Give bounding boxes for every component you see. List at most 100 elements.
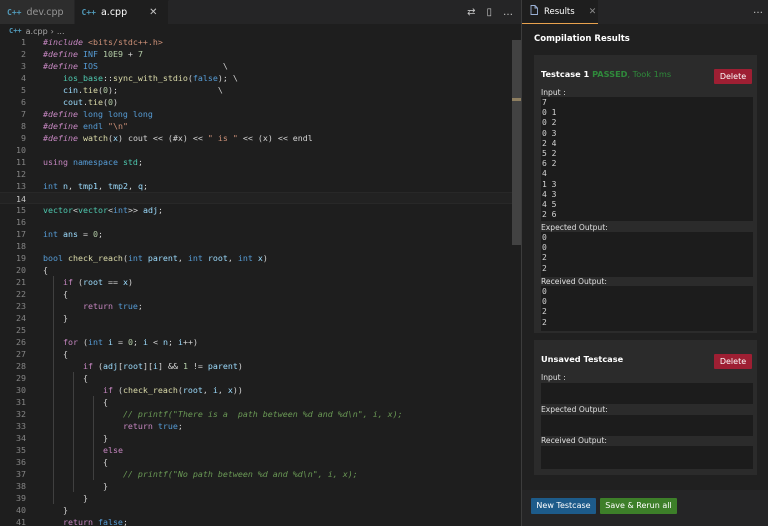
code-line[interactable]: 8 #define endl "\n": [0, 120, 512, 132]
code-line[interactable]: 11 using namespace std;: [0, 156, 512, 168]
line-number: 16: [16, 217, 26, 227]
code-line[interactable]: 9 #define watch(x) cout << (#x) << " is "…: [0, 132, 512, 144]
code-line[interactable]: 12: [0, 168, 512, 180]
tab-results[interactable]: Results ✕: [522, 0, 598, 24]
code-line[interactable]: 6 cout.tie(0): [0, 96, 512, 108]
code-line[interactable]: 14: [0, 192, 512, 204]
line-source: #define long long long: [43, 109, 153, 119]
line-source: cout.tie(0): [62, 97, 118, 107]
code-line[interactable]: 28 if (adj[root][i] && 1 != parent): [0, 360, 512, 372]
code-line[interactable]: 20 {: [0, 264, 512, 276]
code-editor[interactable]: 1 #include <bits/stdc++.h> 2 #define INF 10…: [0, 36, 512, 526]
received-output-field: 0 0 2 2: [541, 286, 753, 331]
expected-output-field[interactable]: 0 0 2 2: [541, 232, 753, 277]
save-rerun-button[interactable]: Save & Rerun all: [600, 498, 677, 514]
line-number: 13: [16, 181, 26, 191]
code-line[interactable]: 26 for (int i = 0; i < n; i++): [0, 336, 512, 348]
editor-scrollbar[interactable]: [512, 36, 521, 526]
action-bar: New Testcase Save & Rerun all: [522, 490, 768, 526]
tab-dev-cpp[interactable]: C++ dev.cpp: [0, 0, 75, 24]
line-source: vector<vector<int>> adj;: [43, 205, 163, 215]
line-source: if (adj[root][i] && 1 != parent): [82, 361, 243, 371]
expected-output-field[interactable]: [541, 415, 753, 436]
line-source: int n, tmp1, tmp2, q;: [43, 181, 148, 191]
code-line[interactable]: 33 return true;: [0, 420, 512, 432]
code-line[interactable]: 24 }: [0, 312, 512, 324]
code-line[interactable]: 37 // printf("No path between %d and %d\…: [0, 468, 512, 480]
line-source: #define endl "\n": [43, 121, 128, 131]
code-line[interactable]: 18: [0, 240, 512, 252]
code-line[interactable]: 13 int n, tmp1, tmp2, q;: [0, 180, 512, 192]
close-icon[interactable]: ✕: [149, 7, 157, 18]
input-field[interactable]: [541, 383, 753, 404]
code-line[interactable]: 34 }: [0, 432, 512, 444]
code-line[interactable]: 32 // printf("There is a path between %d…: [0, 408, 512, 420]
code-line[interactable]: 36 {: [0, 456, 512, 468]
split-editor-icon[interactable]: ▯: [486, 7, 492, 18]
breadcrumb-more[interactable]: ...: [57, 27, 65, 36]
delete-button[interactable]: Delete: [714, 354, 752, 369]
line-number: 27: [16, 349, 26, 359]
tab-a-cpp[interactable]: C++ a.cpp ✕: [74, 0, 169, 24]
line-number: 40: [16, 505, 26, 515]
code-line[interactable]: 16: [0, 216, 512, 228]
line-number: 38: [16, 481, 26, 491]
code-line[interactable]: 41 return false;: [0, 516, 512, 526]
code-line[interactable]: 30 if (check_reach(root, i, x)): [0, 384, 512, 396]
line-number: 19: [16, 253, 26, 263]
code-line[interactable]: 21 if (root == x): [0, 276, 512, 288]
code-line[interactable]: 17 int ans = 0;: [0, 228, 512, 240]
line-source: {: [43, 373, 88, 383]
more-actions-icon[interactable]: …: [753, 5, 763, 16]
close-icon[interactable]: ✕: [589, 7, 597, 17]
line-number: 22: [16, 289, 26, 299]
code-line[interactable]: 40 }: [0, 504, 512, 516]
line-number: 39: [16, 493, 26, 503]
input-field[interactable]: 7 0 1 0 2 0 3 2 4 5 2 6 2 4 1 3 4 3 4 5 …: [541, 97, 753, 221]
code-line[interactable]: 23 return true;: [0, 300, 512, 312]
code-line[interactable]: 7 #define long long long: [0, 108, 512, 120]
line-source: return true;: [82, 301, 143, 311]
line-source: for (int i = 0; i < n; i++): [62, 337, 198, 347]
code-line[interactable]: 29 {: [0, 372, 512, 384]
code-line[interactable]: 1 #include <bits/stdc++.h>: [0, 36, 512, 48]
code-line[interactable]: 10: [0, 144, 512, 156]
line-number: 31: [16, 397, 26, 407]
more-actions-icon[interactable]: …: [503, 7, 513, 18]
testcase-card: Testcase 1 PASSED, Took 1ms Delete Input…: [534, 55, 757, 333]
code-line[interactable]: 31 {: [0, 396, 512, 408]
code-line[interactable]: 38 }: [0, 480, 512, 492]
code-line[interactable]: 2 #define INF 10E9 + 7: [0, 48, 512, 60]
code-line[interactable]: 15 vector<vector<int>> adj;: [0, 204, 512, 216]
results-title: Compilation Results: [534, 34, 630, 44]
line-number: 36: [16, 457, 26, 467]
line-source: {: [43, 265, 48, 275]
code-line[interactable]: 22 {: [0, 288, 512, 300]
received-output-field: [541, 446, 753, 469]
scrollbar-marker: [512, 98, 521, 101]
new-testcase-button[interactable]: New Testcase: [531, 498, 596, 514]
code-line[interactable]: 25: [0, 324, 512, 336]
code-line[interactable]: 4 ios_base::sync_with_stdio(false); \: [0, 72, 512, 84]
scrollbar-thumb[interactable]: [512, 40, 521, 245]
compare-changes-icon[interactable]: ⇄: [467, 7, 475, 18]
code-line[interactable]: 3 #define IOS \: [0, 60, 512, 72]
editor-area: C++ dev.cpp C++ a.cpp ✕ ⇄ ▯ … C++ a.cpp …: [0, 0, 521, 526]
breadcrumb-file[interactable]: a.cpp: [26, 27, 48, 36]
code-line[interactable]: 5 cin.tie(0); \: [0, 84, 512, 96]
code-line[interactable]: 19 bool check_reach(int parent, int root,…: [0, 252, 512, 264]
line-number: 29: [16, 373, 26, 383]
delete-button[interactable]: Delete: [714, 69, 752, 84]
code-line[interactable]: 27 {: [0, 348, 512, 360]
line-number: 17: [16, 229, 26, 239]
line-source: #define watch(x) cout << (#x) << " is " …: [43, 133, 313, 143]
status-badge: PASSED: [592, 69, 628, 79]
line-source: return false;: [62, 517, 128, 526]
line-number: 25: [16, 325, 26, 335]
code-line[interactable]: 35 else: [0, 444, 512, 456]
line-source: }: [43, 493, 88, 503]
line-source: return true;: [122, 421, 183, 431]
testcase-title: Testcase 1 PASSED, Took 1ms: [541, 69, 671, 79]
code-line[interactable]: 39 }: [0, 492, 512, 504]
expected-output-label: Expected Output:: [541, 405, 608, 414]
